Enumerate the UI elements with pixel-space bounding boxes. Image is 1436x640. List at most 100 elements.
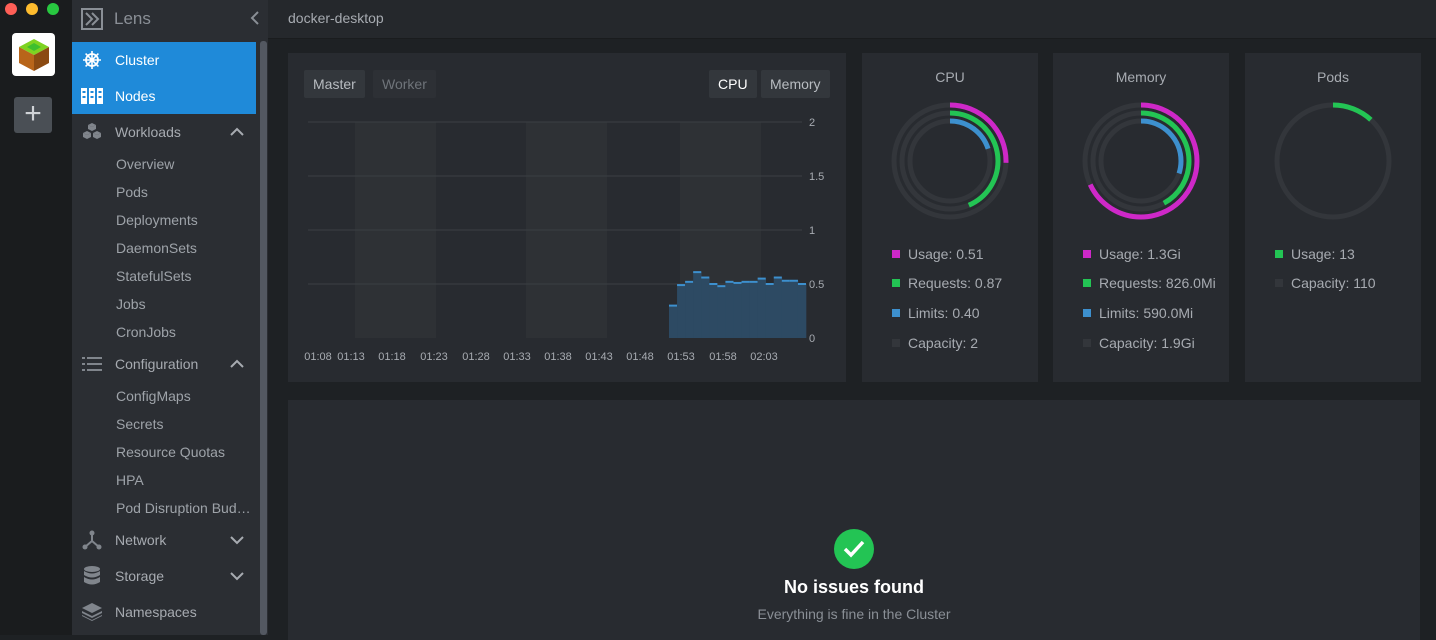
legend-dot (1083, 279, 1091, 287)
legend-label: Requests: 826.0Mi (1099, 275, 1216, 291)
pods-summary-panel: Pods Usage: 13 Capacity: 110 (1245, 53, 1421, 382)
legend-dot (892, 279, 900, 287)
chart-area-segment (669, 305, 678, 338)
chart-area-segment (677, 285, 686, 338)
metrics-chart-panel: Master Worker CPU Memory 2 1.5 1 0.5 0 01:08 0… (288, 53, 846, 382)
cpu-usage-chart: 2 1.5 1 0.5 0 01:08 01:13 01:18 01:23 01:28 01:33 0… (304, 117, 824, 363)
chevron-up-icon (230, 124, 244, 140)
chart-x-tick-label: 01:18 (378, 351, 406, 363)
chart-area-segment (693, 272, 702, 338)
close-window-button[interactable] (5, 3, 17, 15)
sidebar-item-network[interactable]: Network (72, 522, 256, 558)
legend-capacity: Capacity: 2 (892, 334, 978, 352)
sidebar-item-storage[interactable]: Storage (72, 558, 256, 594)
panel-title: Memory (1115, 69, 1167, 85)
nodes-icon (81, 85, 103, 107)
sidebar-subitem-statefulsets[interactable]: StatefulSets (116, 262, 256, 290)
chart-x-tick-label: 01:58 (709, 351, 737, 363)
chevron-down-icon (230, 568, 244, 584)
sidebar-item-configuration[interactable]: Configuration (72, 346, 256, 382)
sidebar-subitem-overview[interactable]: Overview (116, 150, 256, 178)
legend-dot (1083, 309, 1091, 317)
chart-x-tick-label: 01:33 (503, 351, 531, 363)
legend-dot (892, 339, 900, 347)
sidebar-subitem-configmaps[interactable]: ConfigMaps (116, 382, 256, 410)
legend-capacity: Capacity: 1.9Gi (1083, 334, 1195, 352)
check-circle-icon (834, 529, 874, 569)
chart-area-segment (717, 286, 726, 338)
cube-icon (18, 38, 49, 71)
legend-dot (892, 309, 900, 317)
minimize-window-button[interactable] (26, 3, 38, 15)
panel-title: Pods (1317, 69, 1349, 85)
app-name: Lens (114, 9, 151, 28)
cluster-avatar-button[interactable] (12, 33, 55, 76)
legend-label: Requests: 0.87 (908, 275, 1003, 291)
sidebar-subitem-daemonsets[interactable]: DaemonSets (116, 234, 256, 262)
collapse-sidebar-chevron-icon[interactable] (250, 11, 260, 28)
sidebar-item-namespaces[interactable]: Namespaces (72, 594, 256, 630)
cluster-overview: Master Worker CPU Memory 2 1.5 1 0.5 0 01:08 0… (268, 39, 1436, 640)
chart-x-tick-label: 01:23 (420, 351, 448, 363)
chevron-up-icon (230, 356, 244, 372)
sidebar-subitem-deployments[interactable]: Deployments (116, 206, 256, 234)
legend-usage: Usage: 13 (1275, 245, 1355, 263)
sidebar-item-label: Cluster (115, 52, 160, 68)
legend-label: Capacity: 2 (908, 335, 979, 351)
chart-area-segment (741, 281, 750, 338)
helm-icon (81, 49, 103, 71)
chart-area-segment (773, 277, 783, 338)
sidebar-item-label: Configuration (115, 356, 199, 372)
cluster-title: docker-desktop (288, 10, 384, 26)
chart-area-segment (733, 282, 742, 338)
sidebar-subitem-pod-disruption-budgets[interactable]: Pod Disruption Budg... (116, 494, 256, 522)
chart-x-tick-label: 02:03 (750, 351, 778, 363)
legend-label: Usage: 13 (1291, 246, 1355, 262)
legend-label: Limits: 590.0Mi (1099, 305, 1194, 321)
chart-area-segment (797, 284, 807, 338)
chart-x-tick-label: 01:13 (337, 351, 365, 363)
add-cluster-button[interactable]: + (14, 97, 52, 133)
memory-summary-panel: Memory Usage: 1.3Gi Requests: 826.0Mi Li… (1053, 53, 1229, 382)
page-header: docker-desktop (268, 0, 1436, 39)
sidebar-item-cluster[interactable]: Cluster (72, 42, 256, 78)
cubes-icon (81, 121, 103, 143)
sidebar-item-workloads[interactable]: Workloads (72, 114, 256, 150)
legend-label: Limits: 0.40 (908, 305, 980, 321)
issues-title: No issues found (783, 577, 924, 597)
chart-y-tick-label: 1 (809, 225, 815, 237)
legend-requests: Requests: 826.0Mi (1083, 274, 1216, 292)
legend-limits: Limits: 590.0Mi (1083, 304, 1193, 322)
cluster-rail: + (0, 0, 72, 635)
chart-x-tick-label: 01:28 (462, 351, 490, 363)
sidebar-scrollbar[interactable] (260, 41, 267, 635)
chart-area-segment (765, 284, 775, 338)
chart-x-tick-label: 01:38 (544, 351, 572, 363)
legend-label: Usage: 1.3Gi (1099, 246, 1181, 262)
sidebar-item-label: Namespaces (115, 604, 197, 620)
legend-dot (892, 250, 900, 258)
chart-area-segment (749, 281, 758, 338)
sidebar-subitem-cronjobs[interactable]: CronJobs (116, 318, 256, 346)
chart-area-segment (709, 284, 718, 338)
sidebar-item-label: Nodes (115, 88, 156, 104)
sidebar-item-label: Network (115, 532, 167, 548)
legend-limits: Limits: 0.40 (892, 304, 980, 322)
chart-y-tick-label: 2 (809, 117, 815, 129)
sidebar-subitem-secrets[interactable]: Secrets (116, 410, 256, 438)
capacity-ring (1274, 102, 1392, 220)
sidebar-subitem-hpa[interactable]: HPA (116, 466, 256, 494)
sidebar-subitem-jobs[interactable]: Jobs (116, 290, 256, 318)
chart-area-segment (725, 281, 734, 338)
legend-requests: Requests: 0.87 (892, 274, 1002, 292)
legend-dot (1275, 250, 1283, 258)
chart-y-tick-label: 0 (809, 333, 815, 345)
sidebar-subitem-pods[interactable]: Pods (116, 178, 256, 206)
panel-title: CPU (935, 69, 965, 85)
issues-subtitle: Everything is fine in the Cluster (757, 606, 951, 622)
database-icon (81, 565, 103, 587)
sidebar-item-nodes[interactable]: Nodes (72, 78, 256, 114)
zoom-window-button[interactable] (47, 3, 59, 15)
sidebar-subitem-resource-quotas[interactable]: Resource Quotas (116, 438, 256, 466)
sidebar-item-label: Storage (115, 568, 165, 584)
